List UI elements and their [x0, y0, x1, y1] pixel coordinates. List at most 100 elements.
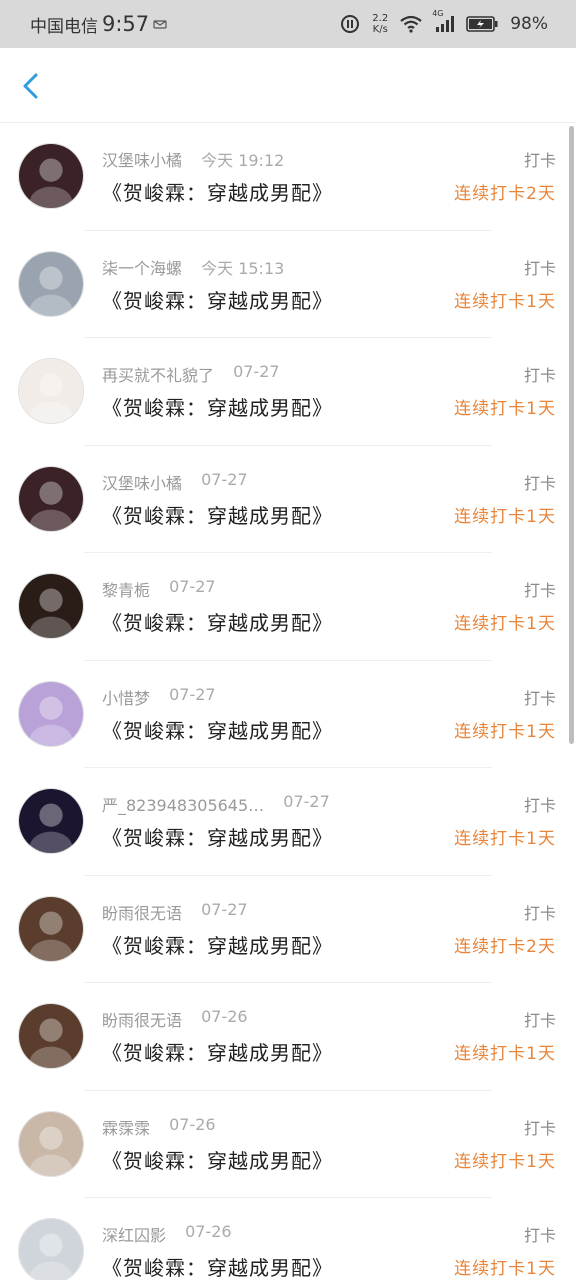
list-item[interactable]: 汉堡味小橘 07-27 《贺峻霖：穿越成男配》 打卡 连续打卡1天 [0, 445, 576, 553]
avatar[interactable] [18, 1218, 84, 1280]
streak-label: 连续打卡1天 [454, 1259, 556, 1279]
avatar[interactable] [18, 788, 84, 854]
list-item[interactable]: 黎青栀 07-27 《贺峻霖：穿越成男配》 打卡 连续打卡1天 [0, 553, 576, 661]
avatar[interactable] [18, 250, 84, 317]
item-meta: 汉堡味小橘 07-27 [102, 470, 248, 494]
streak-label: 连续打卡1天 [454, 1044, 556, 1064]
avatar[interactable] [18, 143, 84, 209]
checkin-type: 打卡 [523, 1226, 556, 1245]
checkin-type: 打卡 [523, 258, 556, 278]
user-name[interactable]: 深红囚影 [102, 1222, 166, 1246]
streak-label: 连续打卡2天 [454, 936, 556, 957]
avatar-image [19, 466, 83, 531]
item-meta: 深红囚影 07-26 [102, 1222, 232, 1246]
avatar-head [39, 588, 63, 612]
net-speed: 2.2 K/s [372, 13, 388, 35]
avatar-head [39, 696, 63, 720]
book-title[interactable]: 《贺峻霖：穿越成男配》 [102, 1037, 333, 1066]
cellular-signal-icon: 4G [432, 9, 455, 33]
avatar[interactable] [18, 1110, 84, 1177]
status-left: 中国电信 9:57 [30, 12, 167, 37]
status-bar: 中国电信 9:57 2.2 K/s 4G 98% [0, 0, 576, 48]
signal-type-label: 4G [432, 9, 444, 18]
avatar-head [39, 1018, 63, 1042]
avatar[interactable] [18, 895, 84, 962]
item-time: 07-27 [233, 362, 280, 381]
list-item[interactable]: 盼雨很无语 07-27 《贺峻霖：穿越成男配》 打卡 连续打卡2天 [0, 875, 576, 983]
item-meta: 汉堡味小橘 今天 19:12 [102, 147, 284, 171]
avatar[interactable] [18, 573, 84, 639]
battery-percent: 98% [510, 14, 548, 34]
user-name[interactable]: 严_823948305645… [102, 792, 264, 816]
avatar-image [19, 896, 83, 961]
checkin-type: 打卡 [523, 688, 556, 708]
net-speed-value: 2.2 [372, 13, 389, 24]
book-title[interactable]: 《贺峻霖：穿越成男配》 [102, 930, 333, 959]
list-item[interactable]: 霖霂霂 07-26 《贺峻霖：穿越成男配》 打卡 连续打卡1天 [0, 1090, 576, 1198]
book-title[interactable]: 《贺峻霖：穿越成男配》 [102, 822, 333, 851]
list-item[interactable]: 小惜梦 07-27 《贺峻霖：穿越成男配》 打卡 连续打卡1天 [0, 660, 576, 768]
avatar-image [19, 574, 83, 638]
checkin-type: 打卡 [523, 473, 556, 493]
back-arrow-icon [23, 73, 38, 99]
user-name[interactable]: 汉堡味小橘 [102, 470, 182, 494]
status-right: 2.2 K/s 4G 98% [340, 9, 548, 35]
list-item[interactable]: 盼雨很无语 07-26 《贺峻霖：穿越成男配》 打卡 连续打卡1天 [0, 983, 576, 1091]
list-item[interactable]: 严_823948305645… 07-27 《贺峻霖：穿越成男配》 打卡 连续打… [0, 768, 576, 876]
book-title[interactable]: 《贺峻霖：穿越成男配》 [102, 607, 333, 636]
item-meta: 盼雨很无语 07-27 [102, 900, 248, 924]
user-name[interactable]: 柒一个海螺 [102, 255, 182, 279]
user-name[interactable]: 再买就不礼貌了 [102, 362, 214, 386]
user-name[interactable]: 盼雨很无语 [102, 900, 182, 924]
item-time: 07-26 [169, 1114, 216, 1134]
user-name[interactable]: 霖霂霂 [102, 1115, 150, 1139]
checkin-list[interactable]: 汉堡味小橘 今天 19:12 《贺峻霖：穿越成男配》 打卡 连续打卡2天 柒一个… [0, 123, 576, 1280]
list-item[interactable]: 汉堡味小橘 今天 19:12 《贺峻霖：穿越成男配》 打卡 连续打卡2天 [0, 123, 576, 231]
back-button[interactable] [16, 70, 48, 102]
carrier-label: 中国电信 [30, 16, 98, 37]
book-title[interactable]: 《贺峻霖：穿越成男配》 [102, 1145, 333, 1174]
streak-label: 连续打卡1天 [454, 506, 556, 527]
avatar-head [39, 373, 63, 397]
user-name[interactable]: 盼雨很无语 [102, 1007, 182, 1031]
book-title[interactable]: 《贺峻霖：穿越成男配》 [102, 715, 333, 744]
user-name[interactable]: 汉堡味小橘 [102, 147, 182, 171]
list-item[interactable]: 再买就不礼貌了 07-27 《贺峻霖：穿越成男配》 打卡 连续打卡1天 [0, 338, 576, 446]
avatar-head [39, 911, 63, 935]
avatar-head [39, 1126, 63, 1150]
header [0, 48, 576, 123]
avatar-image [19, 144, 83, 208]
item-time: 07-27 [201, 899, 248, 919]
item-meta: 再买就不礼貌了 07-27 [102, 362, 280, 386]
item-time: 07-27 [201, 469, 248, 489]
item-time: 07-27 [169, 684, 216, 704]
item-meta: 霖霂霂 07-26 [102, 1115, 216, 1139]
item-time: 07-27 [169, 577, 216, 596]
item-time: 07-27 [283, 792, 330, 811]
item-meta: 盼雨很无语 07-26 [102, 1007, 248, 1031]
scrollbar[interactable] [569, 126, 574, 744]
avatar-head [39, 158, 63, 182]
avatar[interactable] [18, 680, 84, 747]
book-title[interactable]: 《贺峻霖：穿越成男配》 [102, 500, 333, 529]
avatar[interactable] [18, 1003, 84, 1069]
battery-icon [466, 16, 498, 32]
avatar-image [19, 251, 83, 316]
checkin-type: 打卡 [523, 796, 556, 815]
list-item[interactable]: 柒一个海螺 今天 15:13 《贺峻霖：穿越成男配》 打卡 连续打卡1天 [0, 230, 576, 338]
checkin-type: 打卡 [523, 1011, 556, 1030]
avatar[interactable] [18, 465, 84, 532]
book-title[interactable]: 《贺峻霖：穿越成男配》 [102, 1252, 333, 1280]
avatar-image [19, 1111, 83, 1176]
item-meta: 小惜梦 07-27 [102, 685, 216, 709]
streak-label: 连续打卡1天 [454, 291, 556, 312]
book-title[interactable]: 《贺峻霖：穿越成男配》 [102, 285, 333, 314]
list-item[interactable]: 深红囚影 07-26 《贺峻霖：穿越成男配》 打卡 连续打卡1天 [0, 1198, 576, 1280]
checkin-type: 打卡 [523, 1118, 556, 1138]
user-name[interactable]: 黎青栀 [102, 577, 150, 601]
notification-icon [153, 18, 167, 30]
book-title[interactable]: 《贺峻霖：穿越成男配》 [102, 392, 333, 421]
user-name[interactable]: 小惜梦 [102, 685, 150, 709]
book-title[interactable]: 《贺峻霖：穿越成男配》 [102, 177, 333, 206]
avatar[interactable] [18, 358, 84, 424]
